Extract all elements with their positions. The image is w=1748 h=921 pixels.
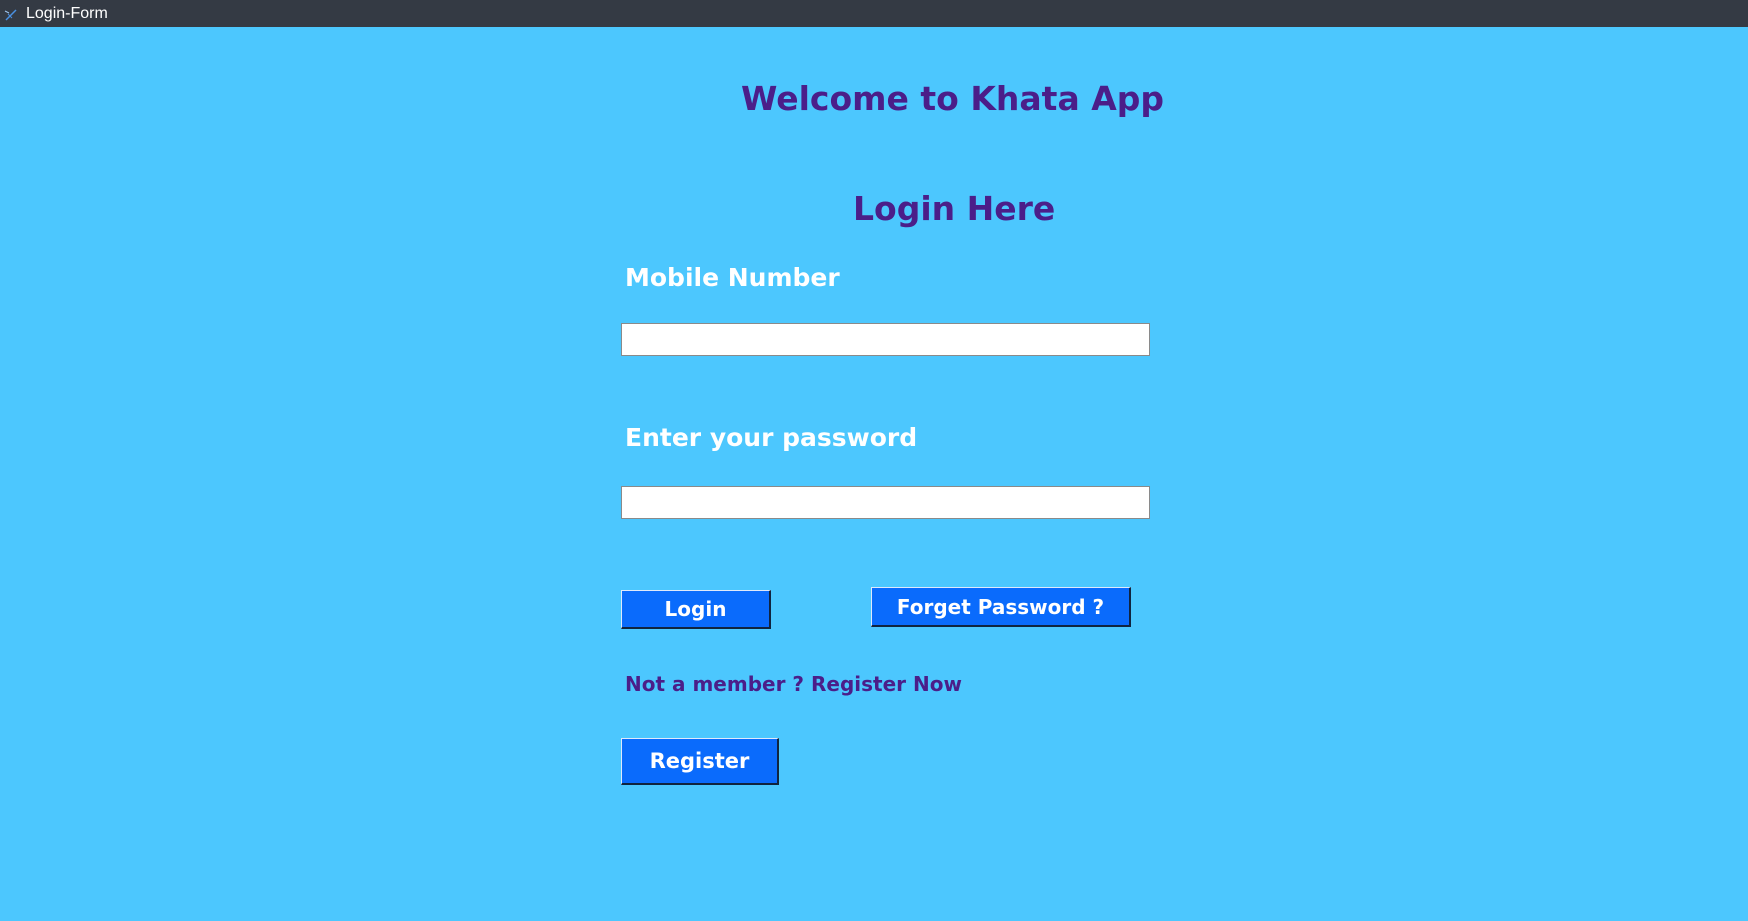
window-title: Login-Form xyxy=(26,4,108,22)
mobile-number-input[interactable] xyxy=(621,323,1150,356)
forget-password-button[interactable]: Forget Password ? xyxy=(871,587,1131,627)
welcome-heading: Welcome to Khata App xyxy=(741,79,1164,118)
register-button[interactable]: Register xyxy=(621,738,779,785)
window-titlebar: Login-Form xyxy=(0,0,1748,27)
password-input[interactable] xyxy=(621,486,1150,519)
login-heading: Login Here xyxy=(853,189,1056,228)
feather-icon xyxy=(4,7,18,21)
mobile-number-label: Mobile Number xyxy=(625,263,840,292)
password-label: Enter your password xyxy=(625,423,918,452)
login-form-panel: Welcome to Khata App Login Here Mobile N… xyxy=(0,27,1748,921)
login-button[interactable]: Login xyxy=(621,590,771,629)
not-member-text: Not a member ? Register Now xyxy=(625,672,962,696)
